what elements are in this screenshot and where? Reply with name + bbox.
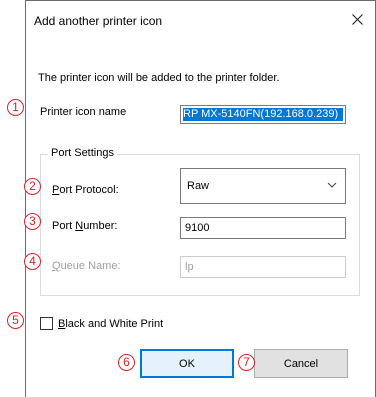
port-number-value: 9100 [185,222,210,234]
printer-name-value: RP MX-5140FN(192.168.0.239) [183,108,343,121]
bw-print-checkbox[interactable] [40,317,53,330]
ok-button[interactable]: OK [140,349,234,378]
callout-3: 3 [24,213,41,230]
queue-name-label: Queue Name: [52,260,121,272]
dialog-title: Add another printer icon [34,14,163,28]
port-number-input[interactable]: 9100 [180,217,346,239]
printer-name-label: Printer icon name [40,106,127,118]
dialog-description: The printer icon will be added to the pr… [38,72,280,84]
callout-5: 5 [7,312,24,329]
queue-name-value: lp [185,261,194,273]
callout-4: 4 [24,253,41,270]
close-icon [351,13,363,25]
callout-1: 1 [7,99,24,116]
chevron-down-icon [327,182,337,188]
callout-6: 6 [118,354,135,371]
bw-print-label[interactable]: Black and White Print [58,318,163,330]
printer-name-input[interactable]: RP MX-5140FN(192.168.0.239) [180,105,346,124]
queue-name-input[interactable]: lp [180,256,346,278]
port-protocol-label: Port Protocol: [52,184,119,196]
port-number-label: Port Number: [52,220,118,232]
callout-7: 7 [238,354,255,371]
port-protocol-value: Raw [187,180,210,192]
close-button[interactable] [343,6,371,32]
port-protocol-select[interactable]: Raw [180,168,346,204]
port-settings-label: Port Settings [48,147,117,159]
add-printer-dialog: Add another printer icon The printer ico… [25,0,376,397]
callout-2: 2 [24,178,41,195]
cancel-button[interactable]: Cancel [254,349,348,378]
